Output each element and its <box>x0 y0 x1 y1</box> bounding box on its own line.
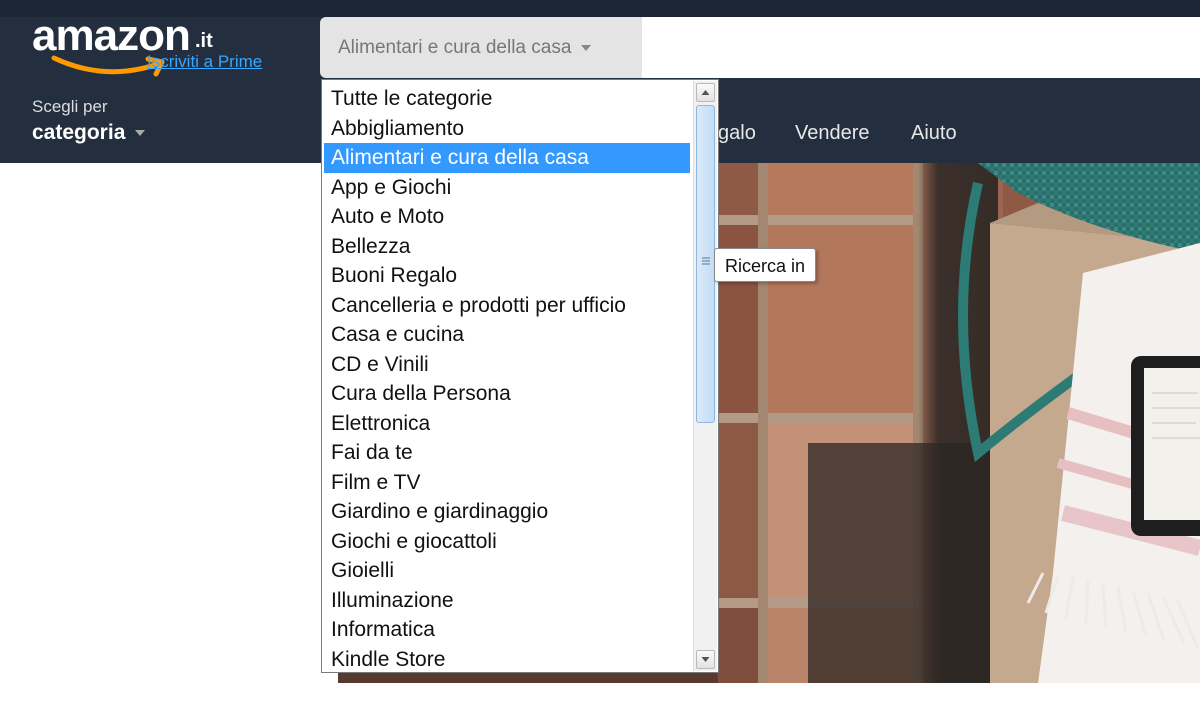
logo-domain: .it <box>195 30 213 52</box>
dropdown-option[interactable]: Kindle Store <box>322 645 690 673</box>
dropdown-option[interactable]: Fai da te <box>322 438 690 468</box>
dropdown-option[interactable]: App e Giochi <box>322 173 690 203</box>
arrow-up-icon <box>701 90 710 95</box>
scroll-down-button[interactable] <box>696 650 715 669</box>
shop-by-category-menu[interactable]: Scegli per categoria <box>32 96 232 156</box>
nav-item-sell[interactable]: Vendere <box>795 120 870 146</box>
dropdown-option[interactable]: CD e Vinili <box>322 350 690 380</box>
dropdown-option[interactable]: Buoni Regalo <box>322 261 690 291</box>
category-menu-line1: Scegli per <box>32 97 108 116</box>
grip-icon <box>702 257 710 265</box>
dropdown-option[interactable]: Giardino e giardinaggio <box>322 497 690 527</box>
amazon-logo[interactable]: amazon .it Iscriviti a Prime <box>32 12 302 82</box>
arrow-down-icon <box>701 657 710 662</box>
dropdown-option[interactable]: Auto e Moto <box>322 202 690 232</box>
nav-item-help[interactable]: Aiuto <box>911 120 957 146</box>
dropdown-option[interactable]: Illuminazione <box>322 586 690 616</box>
dropdown-option[interactable]: Cura della Persona <box>322 379 690 409</box>
dropdown-options: Tutte le categorie Abbigliamento Aliment… <box>322 80 690 673</box>
prime-signup-link[interactable]: Iscriviti a Prime <box>147 52 262 72</box>
dropdown-option[interactable]: Bellezza <box>322 232 690 262</box>
dropdown-option[interactable]: Elettronica <box>322 409 690 439</box>
search-input[interactable] <box>642 17 1200 78</box>
scroll-up-button[interactable] <box>696 83 715 102</box>
search-category-value: Alimentari e cura della casa <box>338 36 572 58</box>
dropdown-option[interactable]: Informatica <box>322 615 690 645</box>
category-menu-label: categoria <box>32 121 126 144</box>
dropdown-option[interactable]: Giochi e giocattoli <box>322 527 690 557</box>
search-in-tooltip: Ricerca in <box>714 248 817 282</box>
caret-down-icon <box>581 44 592 51</box>
category-menu-line2: categoria <box>32 120 232 146</box>
caret-down-icon <box>135 130 146 136</box>
search-category-select[interactable]: Alimentari e cura della casa <box>320 17 642 78</box>
dropdown-option[interactable]: Abbigliamento <box>322 114 690 144</box>
dropdown-option-selected[interactable]: Alimentari e cura della casa <box>324 143 690 173</box>
dropdown-option[interactable]: Gioielli <box>322 556 690 586</box>
scrollbar-thumb[interactable] <box>696 105 715 423</box>
dropdown-option[interactable]: Film e TV <box>322 468 690 498</box>
dropdown-option[interactable]: Cancelleria e prodotti per ufficio <box>322 291 690 321</box>
dropdown-option[interactable]: Tutte le categorie <box>322 84 690 114</box>
category-dropdown-list[interactable]: Tutte le categorie Abbigliamento Aliment… <box>321 79 719 673</box>
dropdown-option[interactable]: Casa e cucina <box>322 320 690 350</box>
dropdown-scrollbar[interactable] <box>693 81 717 671</box>
nav-item-gift[interactable]: galo <box>718 120 756 146</box>
